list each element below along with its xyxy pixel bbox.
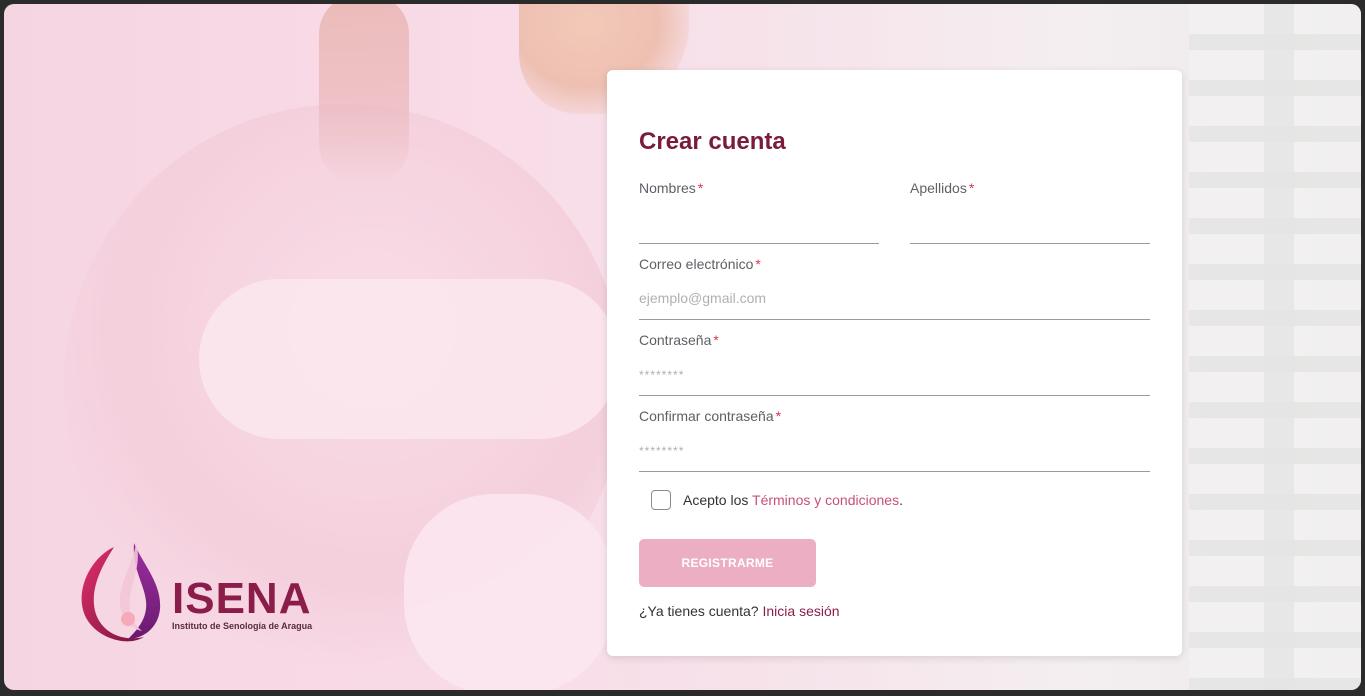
logo-subtitle: Instituto de Senología de Aragua [172,621,313,631]
isena-logo: ISENA Instituto de Senología de Aragua [76,539,336,649]
register-button[interactable]: REGISTRARME [639,539,816,587]
confirm-password-label: Confirmar contraseña * [639,408,782,424]
terms-link[interactable]: Términos y condiciones [752,492,899,508]
nombres-label: Nombres * [639,180,704,196]
password-field: Contraseña * [639,332,1150,396]
background-photo-glove [199,279,619,439]
email-label: Correo electrónico * [639,256,761,272]
password-input[interactable] [639,350,1150,396]
required-mark: * [775,408,782,424]
terms-row: Acepto los Términos y condiciones. [651,490,903,510]
required-mark: * [968,180,975,196]
background-photo-post [1264,4,1294,690]
apellidos-label: Apellidos * [910,180,975,196]
register-card: Crear cuenta Nombres * Apellidos * Correo … [607,70,1182,656]
required-mark: * [713,332,719,348]
confirm-password-input[interactable] [639,426,1150,472]
nombres-field: Nombres * [639,180,879,244]
email-input[interactable] [639,274,1150,320]
isena-logo-mark-icon [81,543,161,642]
background-photo-glove-lower [404,494,614,690]
logo-name: ISENA [172,574,312,623]
apellidos-input[interactable] [910,198,1150,244]
terms-checkbox[interactable] [651,490,671,510]
nombres-input[interactable] [639,198,879,244]
terms-text: Acepto los Términos y condiciones. [683,492,903,508]
required-mark: * [755,256,761,272]
required-mark: * [697,180,704,196]
login-link[interactable]: Inicia sesión [763,603,840,619]
email-field: Correo electrónico * [639,256,1150,320]
apellidos-field: Apellidos * [910,180,1150,244]
background-photo-hair [319,4,409,184]
confirm-password-field: Confirmar contraseña * [639,408,1150,472]
login-prompt: ¿Ya tienes cuenta? Inicia sesión [639,603,840,619]
password-label: Contraseña * [639,332,719,348]
page-title: Crear cuenta [639,128,786,155]
